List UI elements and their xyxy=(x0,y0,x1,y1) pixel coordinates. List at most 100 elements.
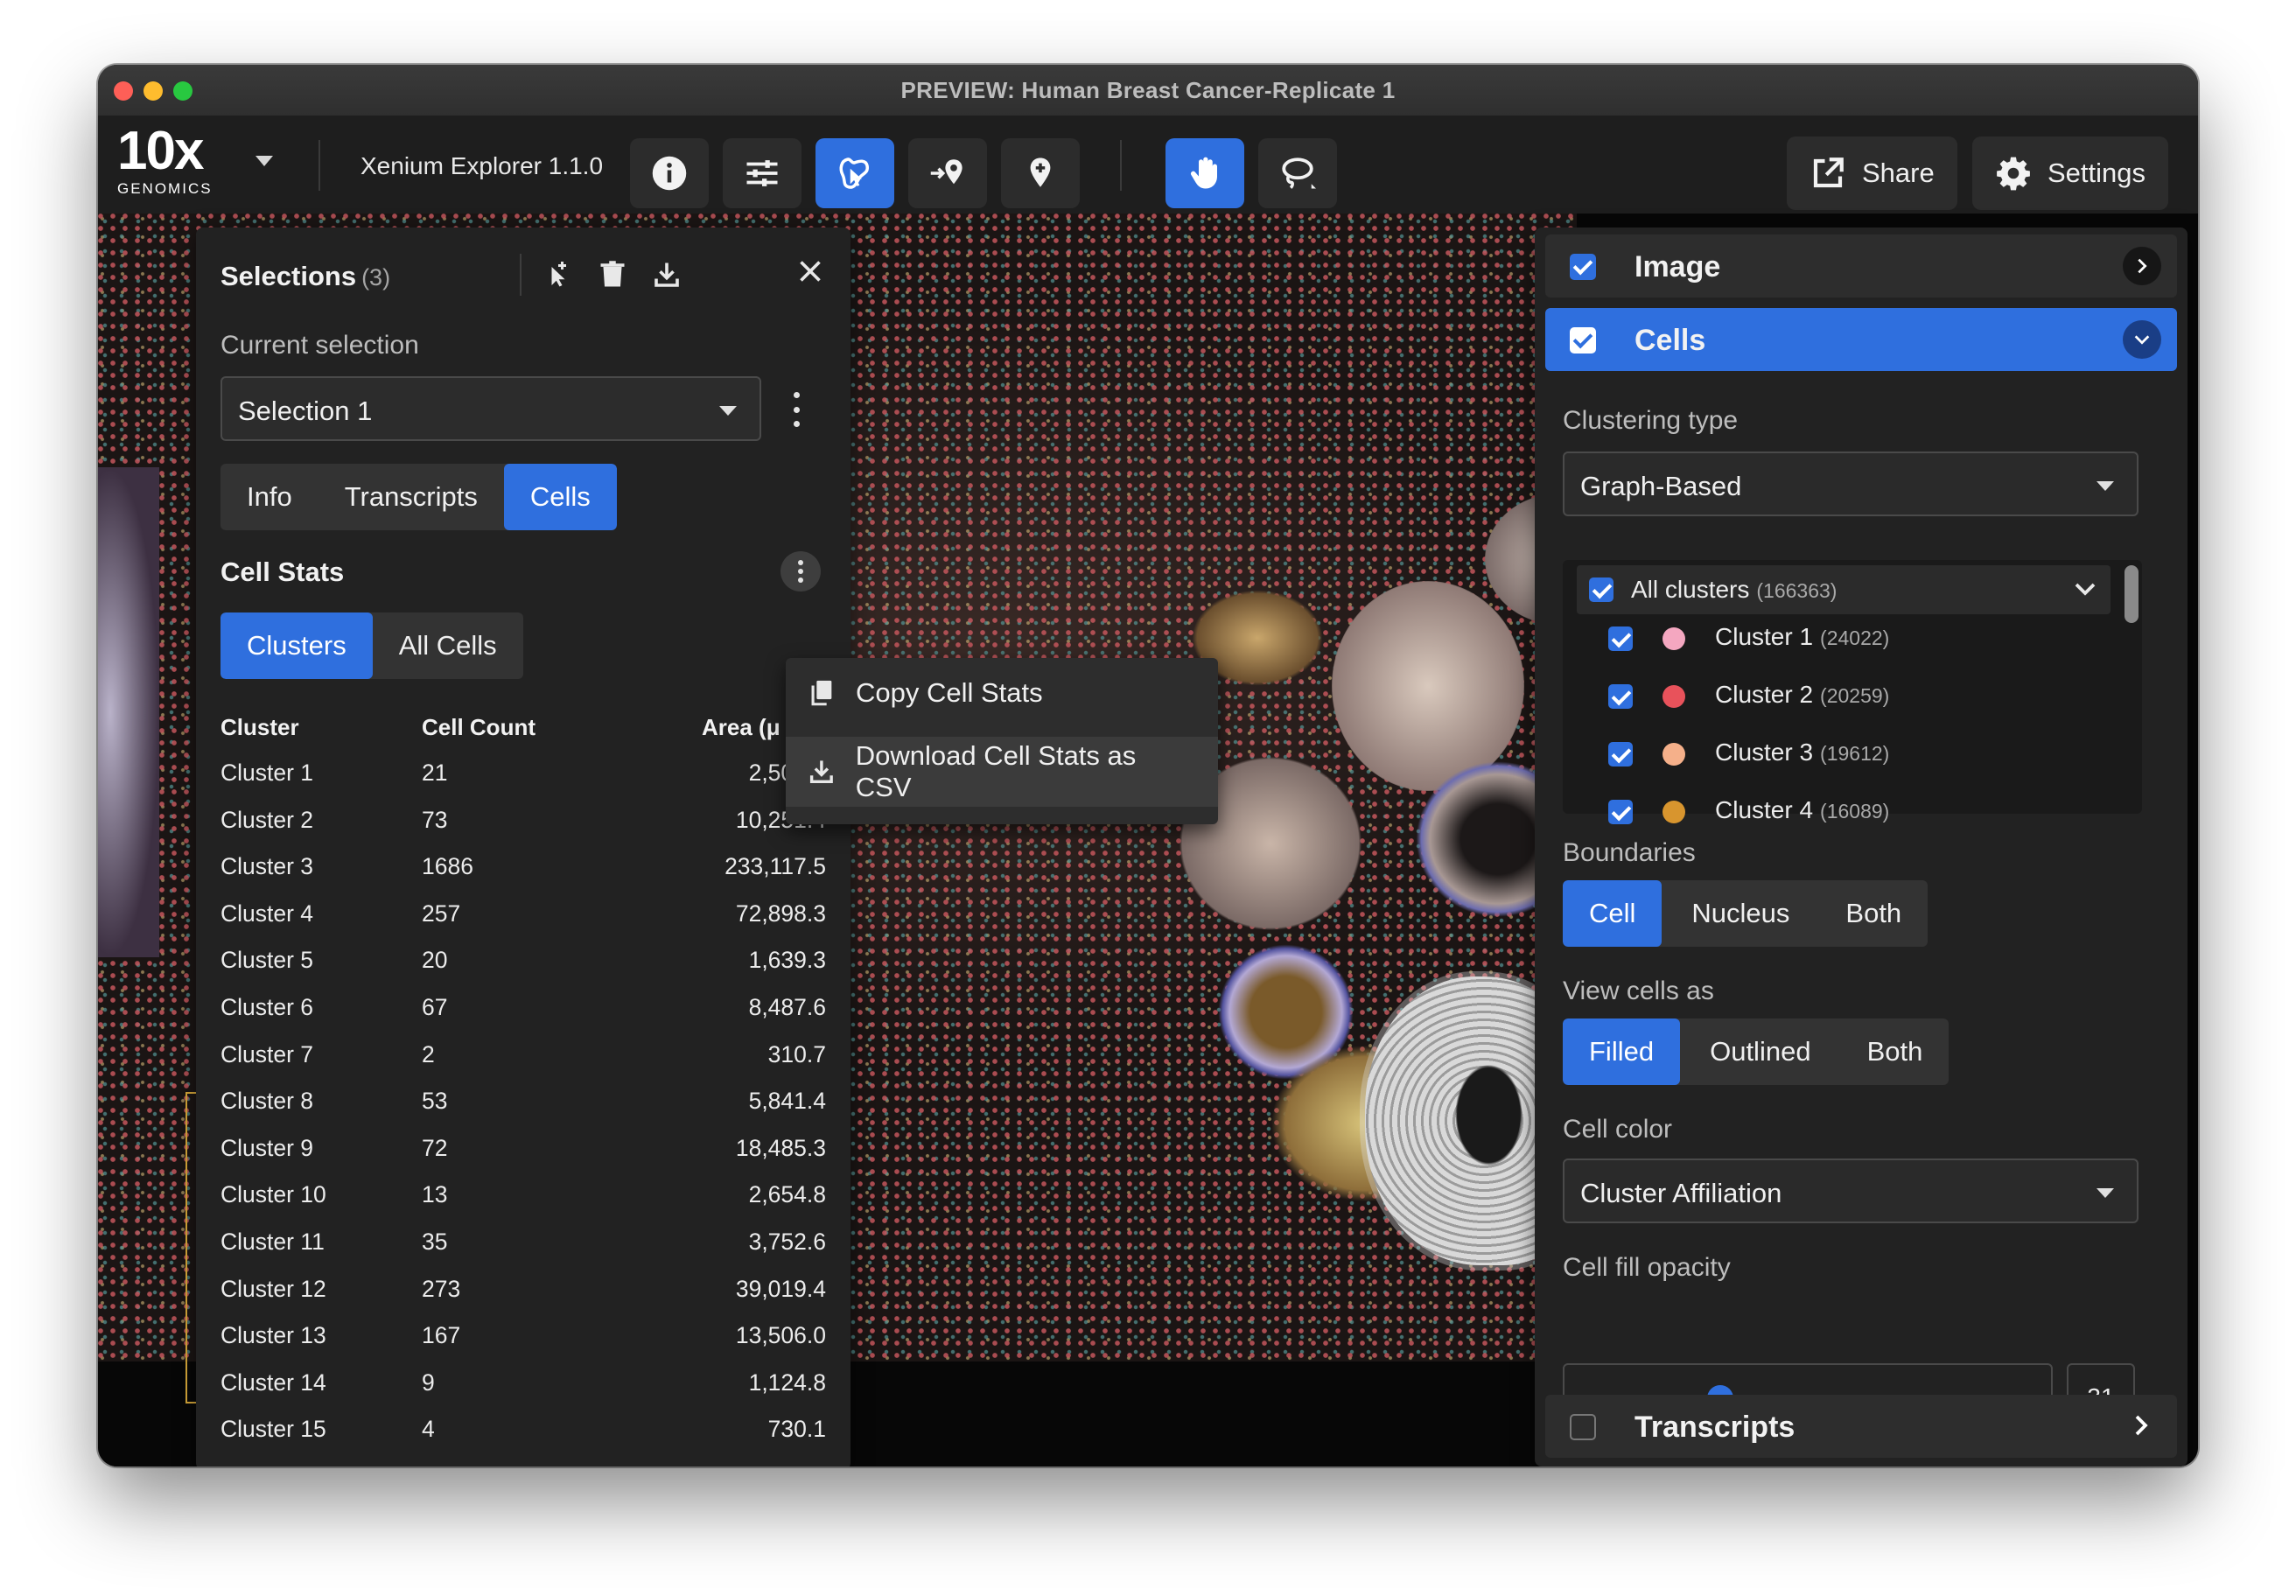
cell-count: 4 xyxy=(422,1416,435,1443)
share-label: Share xyxy=(1862,158,1935,188)
cluster-color-swatch[interactable] xyxy=(1662,801,1685,823)
add-pin-icon xyxy=(930,159,962,185)
cell-area: 730.1 xyxy=(767,1416,826,1443)
current-selection-label: Current selection xyxy=(220,331,419,360)
download-icon[interactable] xyxy=(651,259,682,290)
cluster-checkbox[interactable] xyxy=(1608,684,1633,709)
column-header-cluster[interactable]: Cluster xyxy=(220,714,299,741)
cell-cluster: Cluster 2 xyxy=(220,806,314,833)
cell-area: 2,654.8 xyxy=(748,1181,826,1208)
tab-transcripts[interactable]: Transcripts xyxy=(318,464,504,530)
cluster-color-swatch[interactable] xyxy=(1662,743,1685,766)
cluster-label: Cluster 3 (19612) xyxy=(1715,738,1889,766)
cluster-checkbox[interactable] xyxy=(1608,626,1633,651)
lasso-button[interactable] xyxy=(1258,138,1337,208)
boundaries-both[interactable]: Both xyxy=(1819,880,1928,947)
column-header-cell-count[interactable]: Cell Count xyxy=(422,714,536,741)
chevron-down-icon[interactable] xyxy=(2123,320,2161,359)
column-header-area[interactable]: Area (μ xyxy=(702,714,780,741)
cell-cluster: Cluster 11 xyxy=(220,1228,325,1255)
tab-all-cells[interactable]: All Cells xyxy=(373,612,523,679)
download-cell-stats-label: Download Cell Stats as CSV xyxy=(855,740,1137,802)
new-selection-icon[interactable] xyxy=(542,259,574,290)
cell-stats-table: Cluster 1212,502.9Cluster 27310,251.4Clu… xyxy=(220,752,826,1456)
cell-count: 257 xyxy=(422,900,461,927)
layer-transcripts[interactable]: Transcripts xyxy=(1545,1395,2177,1458)
chevron-down-icon[interactable] xyxy=(256,156,273,166)
chevron-down-icon xyxy=(719,406,737,416)
tissue-viewer[interactable]: Selections (3) Current selection Selectio… xyxy=(98,214,2198,1466)
10x-genomics-logo[interactable]: 10x GENOMICS xyxy=(117,124,222,203)
table-row: Cluster 5 20 1,639.3 xyxy=(220,940,826,987)
chevron-down-icon[interactable] xyxy=(2072,576,2098,602)
image-layer-checkbox[interactable] xyxy=(1570,254,1596,280)
download-cell-stats-item[interactable]: Download Cell Stats as CSV xyxy=(786,737,1218,807)
layer-cells[interactable]: Cells xyxy=(1545,308,2177,371)
selections-title-text: Selections xyxy=(220,261,357,291)
current-selection-dropdown[interactable]: Selection 1 xyxy=(220,376,761,441)
toolbar-divider xyxy=(318,140,320,191)
all-clusters-row[interactable]: All clusters (166363) xyxy=(1577,565,2110,614)
tab-clusters[interactable]: Clusters xyxy=(220,612,373,679)
clustering-type-label: Clustering type xyxy=(1563,406,1739,435)
selection-tool-button[interactable] xyxy=(816,138,894,208)
all-clusters-checkbox[interactable] xyxy=(1589,578,1614,602)
cell-count: 53 xyxy=(422,1088,448,1115)
share-button[interactable]: Share xyxy=(1787,136,1957,210)
view-outlined[interactable]: Outlined xyxy=(1680,1018,1840,1085)
view-filled[interactable]: Filled xyxy=(1563,1018,1681,1085)
cell-color-dropdown[interactable]: Cluster Affiliation xyxy=(1563,1158,2138,1223)
add-pin-button[interactable] xyxy=(908,138,987,208)
cell-area: 39,019.4 xyxy=(735,1275,826,1302)
logo-subtext: GENOMICS xyxy=(117,180,213,197)
cell-count: 2 xyxy=(422,1040,435,1068)
cluster-color-swatch[interactable] xyxy=(1662,685,1685,708)
cluster-checkbox[interactable] xyxy=(1608,800,1633,824)
selections-panel: Selections (3) Current selection Selectio… xyxy=(196,228,850,1466)
chevron-right-icon[interactable] xyxy=(2123,247,2161,285)
layer-image[interactable]: Image xyxy=(1545,234,2177,298)
cluster-name: Cluster 3 xyxy=(1715,738,1814,766)
tab-info[interactable]: Info xyxy=(220,464,318,530)
cluster-name: Cluster 4 xyxy=(1715,796,1814,823)
cluster-label: Cluster 4 (16089) xyxy=(1715,796,1889,824)
settings-button[interactable]: Settings xyxy=(1972,136,2169,210)
cluster-checkbox[interactable] xyxy=(1608,742,1633,766)
copy-cell-stats-item[interactable]: Copy Cell Stats xyxy=(786,658,1218,728)
cluster-list: All clusters (166363) Cluster 1 (24022) Clu… xyxy=(1563,560,2142,824)
boundaries-nucleus[interactable]: Nucleus xyxy=(1662,880,1819,947)
selection-more-icon[interactable] xyxy=(791,392,802,427)
cluster-list-scrollbar[interactable] xyxy=(2124,565,2138,623)
pin-button[interactable] xyxy=(1001,138,1080,208)
adjustments-button[interactable] xyxy=(723,138,802,208)
table-row: Cluster 7 2 310.7 xyxy=(220,1034,826,1082)
cell-cluster: Cluster 8 xyxy=(220,1088,314,1115)
clustering-type-dropdown[interactable]: Graph-Based xyxy=(1563,452,2138,516)
cell-stats-menu-button[interactable] xyxy=(780,551,821,592)
cell-stats-view-tabs: Clusters All Cells xyxy=(220,612,523,679)
share-icon xyxy=(1813,158,1844,188)
all-clusters-text: All clusters xyxy=(1631,576,1750,603)
current-selection-value: Selection 1 xyxy=(238,396,373,426)
info-button[interactable] xyxy=(630,138,709,208)
chevron-right-icon[interactable] xyxy=(2128,1412,2154,1438)
close-icon[interactable] xyxy=(794,256,826,287)
table-row: Cluster 8 53 5,841.4 xyxy=(220,1081,826,1128)
trash-icon[interactable] xyxy=(597,259,628,290)
boundaries-toggle: Cell Nucleus Both xyxy=(1563,880,1928,947)
table-row: Cluster 2 73 10,251.4 xyxy=(220,800,826,847)
table-row: Cluster 13 167 13,506.0 xyxy=(220,1315,826,1362)
cell-color-value: Cluster Affiliation xyxy=(1580,1178,1782,1208)
view-both[interactable]: Both xyxy=(1841,1018,1950,1085)
cell-count: 167 xyxy=(422,1322,461,1349)
boundaries-cell[interactable]: Cell xyxy=(1563,880,1662,947)
tab-cells[interactable]: Cells xyxy=(503,464,617,530)
cluster-name: Cluster 1 xyxy=(1715,623,1814,650)
table-row: Cluster 9 72 18,485.3 xyxy=(220,1128,826,1175)
window-title: PREVIEW: Human Breast Cancer-Replicate 1 xyxy=(900,77,1396,103)
cluster-color-swatch[interactable] xyxy=(1662,627,1685,650)
cell-area: 18,485.3 xyxy=(735,1134,826,1161)
cells-layer-checkbox[interactable] xyxy=(1570,327,1596,354)
hand-pan-button[interactable] xyxy=(1166,138,1244,208)
transcripts-layer-checkbox[interactable] xyxy=(1570,1414,1596,1440)
